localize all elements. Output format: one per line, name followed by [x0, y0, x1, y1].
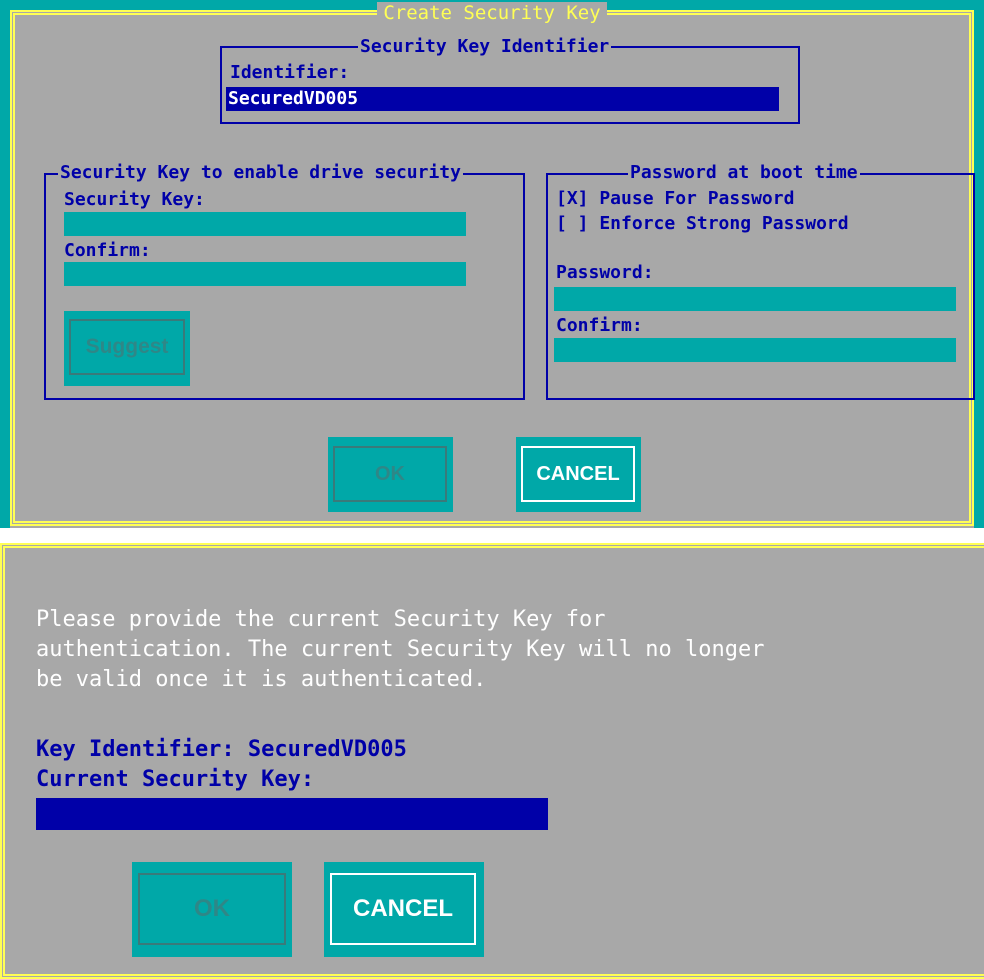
pause-for-password-checkbox[interactable]: [X] Pause For Password: [556, 188, 794, 209]
key-identifier-text: Key Identifier: SecuredVD005: [36, 737, 407, 762]
teal-right-strip: [974, 0, 984, 528]
security-key-confirm-input[interactable]: [64, 262, 466, 286]
identifier-input[interactable]: SecuredVD005: [226, 87, 779, 111]
ok-button-frame: OK: [328, 437, 453, 512]
boot-password-confirm-input[interactable]: [554, 338, 956, 362]
security-key-label: Security Key:: [64, 189, 205, 210]
enforce-strong-password-checkbox[interactable]: [ ] Enforce Strong Password: [556, 213, 849, 234]
ok-button-frame-2: OK: [132, 862, 292, 957]
identifier-label: Identifier:: [230, 62, 350, 83]
boot-password-group-legend: Password at boot time: [628, 162, 860, 183]
authentication-message: Please provide the current Security Key …: [36, 607, 765, 692]
current-security-key-input[interactable]: [36, 798, 548, 830]
ok-button-2[interactable]: OK: [138, 873, 286, 945]
dialog-title-bar: Create Security Key: [0, 2, 984, 24]
current-security-key-label: Current Security Key:: [36, 767, 315, 792]
ok-button[interactable]: OK: [333, 446, 447, 502]
cancel-button-frame-2: CANCEL: [324, 862, 484, 957]
identifier-group: [220, 46, 800, 124]
cancel-button-2[interactable]: CANCEL: [330, 873, 476, 945]
dialog-title: Create Security Key: [377, 2, 607, 24]
suggest-button-frame: Suggest: [64, 311, 190, 386]
boot-password-input[interactable]: [554, 287, 956, 311]
boot-password-label: Password:: [556, 262, 654, 283]
identifier-group-legend: Security Key Identifier: [358, 36, 612, 57]
security-key-confirm-label: Confirm:: [64, 240, 151, 261]
security-key-input[interactable]: [64, 212, 466, 236]
authenticate-security-key-dialog: Please provide the current Security Key …: [0, 543, 984, 979]
boot-password-confirm-label: Confirm:: [556, 315, 643, 336]
cancel-button-frame: CANCEL: [516, 437, 641, 512]
security-key-group-legend: Security Key to enable drive security: [58, 162, 463, 183]
suggest-button[interactable]: Suggest: [69, 319, 185, 375]
cancel-button[interactable]: CANCEL: [521, 446, 635, 502]
teal-left-strip: [0, 0, 10, 528]
create-security-key-dialog: Create Security Key Security Key Identif…: [0, 0, 984, 528]
